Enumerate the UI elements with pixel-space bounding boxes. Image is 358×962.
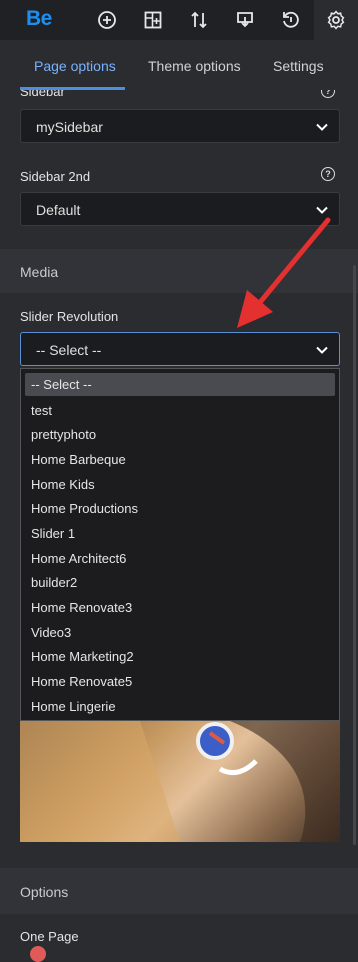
notification-badge — [30, 946, 46, 962]
dropdown-option[interactable]: Slider 1 — [31, 526, 75, 541]
dropdown-option[interactable]: Home Marketing2 — [31, 649, 134, 664]
logo[interactable]: Be — [26, 7, 52, 31]
section-title: Media — [20, 264, 59, 280]
tab-theme-options[interactable]: Theme options — [148, 58, 241, 74]
slider-select-value: -- Select -- — [36, 342, 102, 358]
download-icon[interactable] — [223, 0, 267, 40]
tab-page-options[interactable]: Page options — [34, 58, 116, 74]
sidebar-label: Sidebar — [20, 90, 65, 99]
slider-preview-image — [20, 721, 340, 842]
scrollbar[interactable] — [353, 265, 356, 845]
dropdown-option[interactable]: test — [31, 403, 52, 418]
dropdown-option[interactable]: Home Productions — [31, 501, 138, 516]
one-page-label: One Page — [20, 929, 79, 944]
top-toolbar: Be — [0, 0, 358, 40]
dropdown-option[interactable]: builder2 — [31, 575, 77, 590]
help-icon[interactable]: ? — [321, 90, 335, 98]
section-title: Options — [20, 884, 69, 900]
sidebar-select-value: mySidebar — [36, 119, 103, 135]
dropdown-option[interactable]: -- Select -- — [25, 373, 335, 396]
add-section-icon[interactable] — [131, 0, 175, 40]
plus-circle-icon[interactable] — [85, 0, 129, 40]
slider-revolution-select[interactable]: -- Select -- — [20, 332, 340, 366]
options-section-header[interactable]: Options — [0, 868, 358, 914]
gear-icon[interactable] — [314, 0, 358, 40]
chevron-down-icon — [316, 346, 328, 354]
annotation-arrow-icon — [237, 217, 331, 328]
dropdown-option[interactable]: prettyphoto — [31, 427, 96, 442]
slider-revolution-label: Slider Revolution — [20, 309, 119, 324]
dropdown-option[interactable]: Home Barbeque — [31, 452, 126, 467]
tab-settings[interactable]: Settings — [273, 58, 324, 74]
history-icon[interactable] — [269, 0, 313, 40]
sidebar-label-clip: Sidebar ? — [0, 90, 358, 105]
sidebar-select[interactable]: mySidebar — [20, 109, 340, 143]
dropdown-option[interactable]: Video3 — [31, 625, 71, 640]
help-icon[interactable]: ? — [321, 167, 335, 181]
dropdown-option[interactable]: Home Architect6 — [31, 551, 126, 566]
sidebar2-select-value: Default — [36, 202, 81, 218]
dropdown-option[interactable]: Home Renovate3 — [31, 600, 132, 615]
sort-icon[interactable] — [177, 0, 221, 40]
chevron-down-icon — [316, 123, 328, 131]
dropdown-option[interactable]: Home Renovate5 — [31, 674, 132, 689]
sidebar2-label: Sidebar 2nd — [20, 169, 91, 184]
options-tabs: Page options Theme options Settings — [0, 40, 358, 90]
dropdown-option[interactable]: Home Lingerie — [31, 699, 116, 714]
slider-revolution-dropdown: -- Select -- test prettyphoto Home Barbe… — [20, 368, 340, 721]
dropdown-option[interactable]: Home Kids — [31, 477, 95, 492]
